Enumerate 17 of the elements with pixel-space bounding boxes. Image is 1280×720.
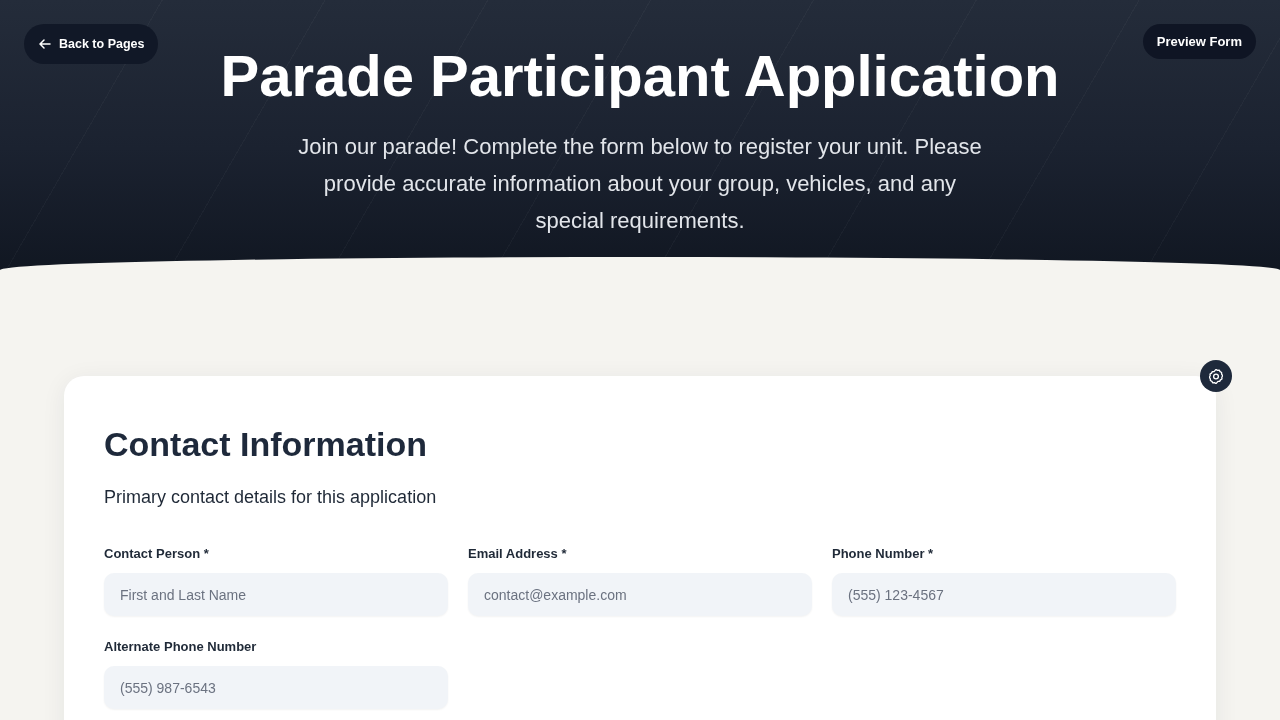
section-description: Primary contact details for this application xyxy=(104,486,437,509)
back-button[interactable]: Back to Pages xyxy=(24,24,159,64)
input-field[interactable]: (555) 987-6543 xyxy=(104,666,448,709)
field-label: Phone Number * xyxy=(832,545,934,563)
settings-icon xyxy=(1209,368,1223,384)
page-title: Parade Participant Application xyxy=(220,44,1060,108)
page-subtitle: Join our parade! Complete the form below to register your unit. Please provide accurate information about your group, vehicles, and any special requirements. xyxy=(297,133,983,235)
arrow-left-icon xyxy=(39,39,51,49)
field-label: Contact Person * xyxy=(104,545,209,563)
input-field[interactable]: First and Last Name xyxy=(104,573,448,616)
settings-button[interactable] xyxy=(1200,360,1232,392)
section-title: Contact Information xyxy=(104,424,427,464)
field-label: Email Address * xyxy=(468,545,567,563)
input-field[interactable]: (555) 123-4567 xyxy=(832,573,1176,616)
field-label: Alternate Phone Number xyxy=(104,638,257,656)
preview-form-button[interactable]: Preview Form xyxy=(1142,24,1256,59)
input-field[interactable]: contact@example.com xyxy=(468,573,812,616)
